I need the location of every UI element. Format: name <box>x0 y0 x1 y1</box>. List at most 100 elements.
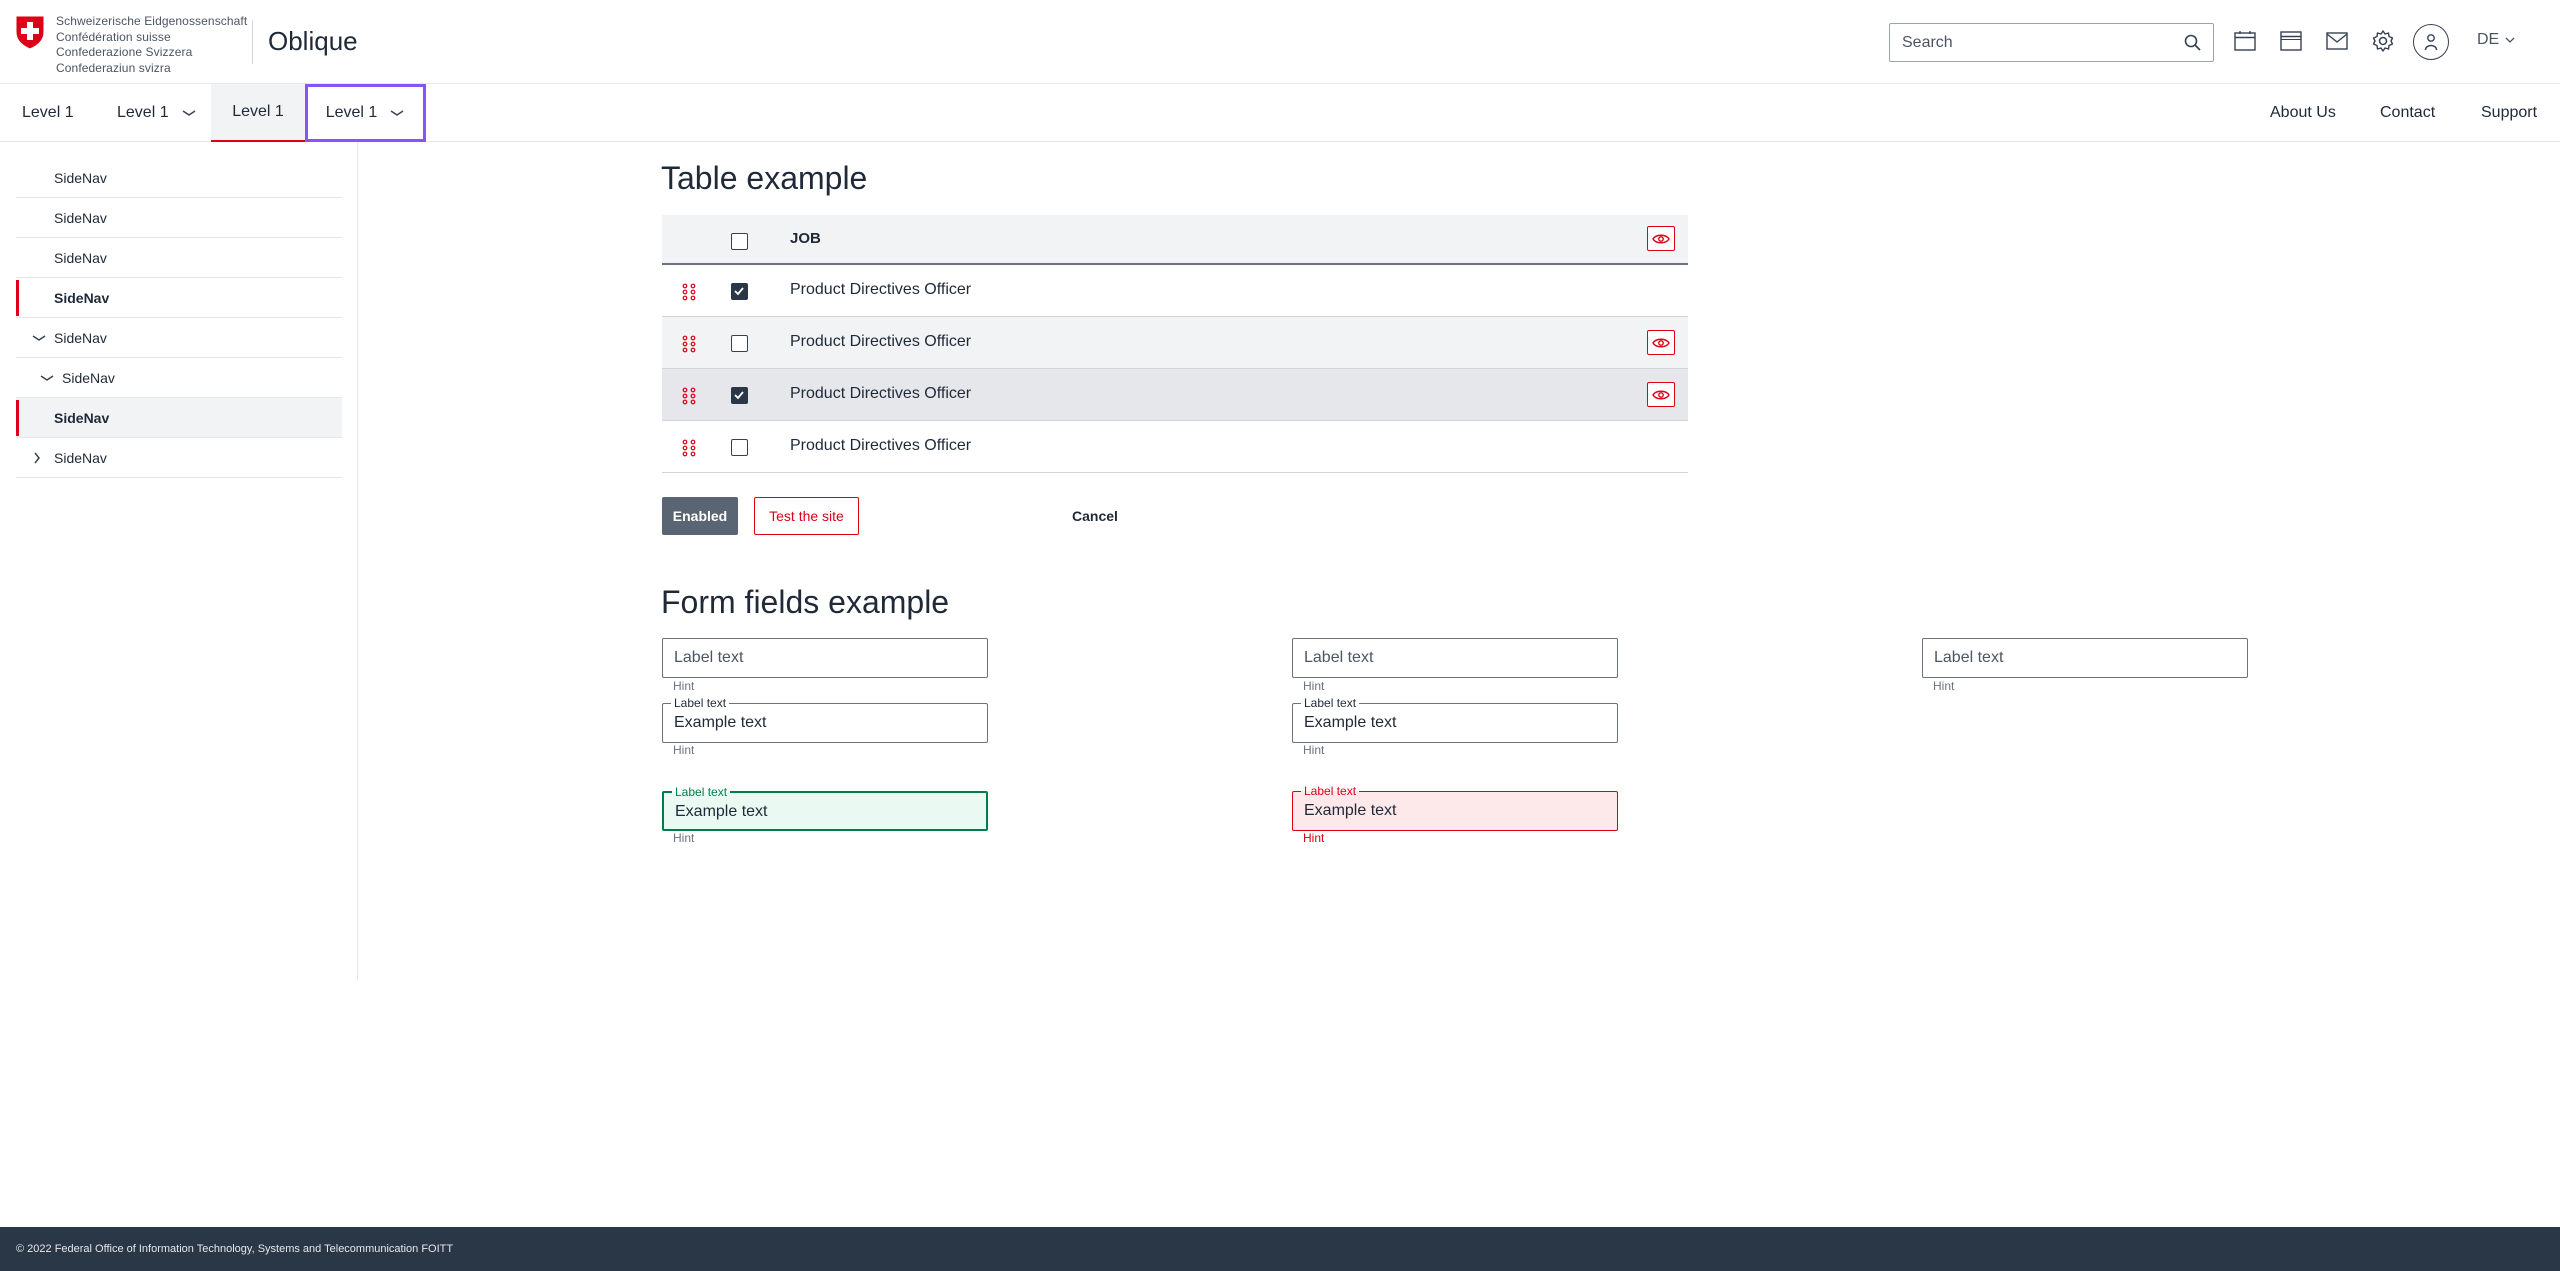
app-title[interactable]: Oblique <box>268 26 358 57</box>
sidebar-item-label: SideNav <box>54 449 107 466</box>
chevron-down-icon <box>182 110 196 116</box>
mail-icon[interactable] <box>2324 28 2350 54</box>
swiss-crest-icon <box>15 15 45 50</box>
field-label: Label text <box>674 649 744 666</box>
nav-link-contact[interactable]: Contact <box>2380 84 2435 142</box>
drag-handle-icon[interactable] <box>680 283 698 301</box>
column-header-job[interactable]: JOB <box>790 230 821 247</box>
search-input[interactable] <box>1890 24 2170 61</box>
cancel-button[interactable]: Cancel <box>1060 497 1130 535</box>
table-row-selected[interactable]: Product Directives Officer <box>662 369 1688 421</box>
sidebar: SideNav SideNav SideNav SideNav SideNav … <box>0 142 358 980</box>
nav-link-support[interactable]: Support <box>2481 84 2537 142</box>
calendar-icon[interactable] <box>2232 28 2258 54</box>
field-hint: Hint <box>673 831 695 845</box>
sidebar-item[interactable]: SideNav <box>16 158 342 198</box>
text-field-empty[interactable]: Label text <box>662 638 988 678</box>
sidebar-item[interactable]: SideNav <box>16 198 342 238</box>
text-field-error[interactable]: Label text Example text <box>1292 784 1618 831</box>
copyright-text: © 2022 Federal Office of Information Tec… <box>16 1243 454 1255</box>
field-hint-error: Hint <box>1303 831 1325 845</box>
form-section-title: Form fields example <box>661 584 950 620</box>
text-field-success[interactable]: Label text Example text <box>662 785 988 831</box>
sidebar-item-label: SideNav <box>54 249 107 266</box>
visibility-toggle-button[interactable] <box>1647 226 1675 251</box>
table-section-title: Table example <box>661 160 868 196</box>
field-value: Example text <box>1304 802 1397 819</box>
text-field-filled[interactable]: Label text Example text <box>1292 696 1618 743</box>
sidebar-item-label: SideNav <box>54 289 110 306</box>
nav-item-level1-b[interactable]: Level 1 <box>117 84 197 142</box>
nav-item-label: Level 1 <box>117 104 169 121</box>
chevron-down-icon <box>2505 37 2515 43</box>
nav-link-label: Support <box>2481 104 2538 121</box>
nav-item-level1-a[interactable]: Level 1 <box>22 84 74 142</box>
browser-window-icon[interactable] <box>2278 28 2304 54</box>
sidebar-item-active[interactable]: SideNav <box>16 278 342 318</box>
language-label: DE <box>2477 31 2500 48</box>
visibility-toggle-button[interactable] <box>1647 330 1675 355</box>
confed-line-fr: Confédération suisse <box>56 29 171 44</box>
drag-handle-icon[interactable] <box>680 439 698 457</box>
nav-link-label: Contact <box>2380 104 2436 121</box>
checkmark-icon <box>734 391 744 400</box>
sidebar-item-label: SideNav <box>54 209 107 226</box>
eye-icon <box>1652 390 1670 399</box>
chevron-right-icon[interactable] <box>32 452 42 464</box>
text-field-filled[interactable]: Label text Example text <box>662 696 988 743</box>
table-row[interactable]: Product Directives Officer <box>662 317 1688 369</box>
confederation-text: Schweizerische Eidgenossenschaft Confédé… <box>56 14 247 76</box>
drag-handle-icon[interactable] <box>680 387 698 405</box>
drag-handle-icon[interactable] <box>680 335 698 353</box>
job-cell: Product Directives Officer <box>790 385 972 402</box>
job-cell: Product Directives Officer <box>790 333 972 350</box>
field-hint: Hint <box>673 679 695 693</box>
field-value: Example text <box>674 714 767 731</box>
nav-item-label: Level 1 <box>232 103 284 120</box>
language-selector[interactable]: DE <box>2477 31 2515 49</box>
table-row[interactable]: Product Directives Officer <box>662 265 1688 317</box>
test-site-button[interactable]: Test the site <box>754 497 859 535</box>
row-checkbox-checked[interactable] <box>731 387 748 404</box>
row-checkbox-checked[interactable] <box>731 283 748 300</box>
eye-icon <box>1652 234 1670 243</box>
select-all-checkbox[interactable] <box>731 233 748 250</box>
sidebar-item[interactable]: SideNav <box>16 238 342 278</box>
job-cell: Product Directives Officer <box>790 281 972 298</box>
field-label: Label text <box>1301 696 1360 710</box>
sidebar-subitem-expanded[interactable]: SideNav <box>16 358 342 398</box>
chevron-down-icon[interactable] <box>40 373 54 383</box>
sidebar-item-collapsed[interactable]: SideNav <box>16 438 342 478</box>
field-value: Example text <box>1304 714 1397 731</box>
gear-icon[interactable] <box>2370 28 2396 54</box>
user-avatar-button[interactable] <box>2413 24 2449 60</box>
nav-item-level1-d[interactable]: Level 1 <box>305 84 426 142</box>
top-navigation: Level 1 Level 1 Level 1 Level 1 About Us… <box>0 84 2560 142</box>
row-checkbox[interactable] <box>731 439 748 456</box>
nav-item-label: Level 1 <box>22 104 74 121</box>
sidebar-item-expanded[interactable]: SideNav <box>16 318 342 358</box>
eye-icon <box>1652 338 1670 347</box>
sidebar-subitem-active[interactable]: SideNav <box>16 398 342 438</box>
field-label: Label text <box>672 785 731 799</box>
text-field-empty[interactable]: Label text <box>1922 638 2248 678</box>
row-checkbox[interactable] <box>731 335 748 352</box>
nav-link-about[interactable]: About Us <box>2270 84 2336 142</box>
chevron-down-icon <box>390 110 404 116</box>
footer: © 2022 Federal Office of Information Tec… <box>0 1227 2560 1271</box>
table-header-row: JOB <box>662 215 1688 265</box>
visibility-toggle-button[interactable] <box>1647 382 1675 407</box>
chevron-down-icon[interactable] <box>32 333 46 343</box>
text-field-empty[interactable]: Label text <box>1292 638 1618 678</box>
user-icon <box>2424 34 2438 51</box>
nav-item-level1-c[interactable]: Level 1 <box>211 84 305 142</box>
field-label: Label text <box>1304 649 1374 666</box>
brand[interactable]: Schweizerische Eidgenossenschaft Confédé… <box>14 14 247 76</box>
table-row[interactable]: Product Directives Officer <box>662 421 1688 473</box>
field-hint: Hint <box>1303 743 1325 757</box>
sidebar-item-label: SideNav <box>54 169 107 186</box>
enabled-button[interactable]: Enabled <box>662 497 738 535</box>
sidebar-item-label: SideNav <box>62 369 115 386</box>
search-icon[interactable] <box>2183 33 2203 53</box>
header: Schweizerische Eidgenossenschaft Confédé… <box>0 0 2560 84</box>
